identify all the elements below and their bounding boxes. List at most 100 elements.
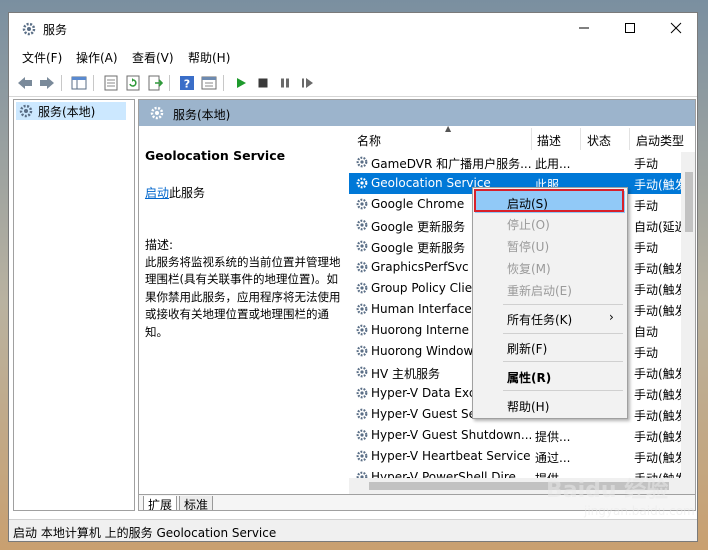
maximize-button[interactable]: [607, 13, 653, 43]
show-tree-button[interactable]: [69, 73, 89, 93]
table-row[interactable]: Hyper-V Heartbeat Service 通过... 手动(触发: [349, 446, 689, 467]
help-icon: ?: [180, 76, 194, 91]
vertical-scrollbar[interactable]: [681, 152, 695, 478]
context-menu: 启动(S) 停止(O) 暂停(U) 恢复(M) 重新启动(E) 所有任务(K) ›…: [472, 187, 628, 419]
export-icon: [148, 75, 163, 91]
pause-icon: [281, 78, 289, 88]
minimize-icon: [579, 27, 589, 29]
toolbar-separator: [223, 75, 224, 91]
start-service-link[interactable]: 启动: [145, 186, 169, 200]
tab-standard[interactable]: 标准: [179, 496, 214, 510]
tree-item-services-local[interactable]: 服务(本地): [16, 102, 126, 120]
help-button[interactable]: ?: [177, 73, 197, 93]
column-divider[interactable]: [580, 128, 581, 150]
table-row[interactable]: Hyper-V Guest Shutdown... 提供... 手动(触发: [349, 425, 689, 446]
menu-separator: [503, 361, 623, 362]
service-gear-icon: [356, 366, 368, 378]
chevron-right-icon: ›: [609, 310, 614, 324]
menu-item-help[interactable]: 帮助(H): [475, 394, 625, 416]
watermark-text: Baidu 经验: [546, 478, 669, 503]
pause-service-button[interactable]: [275, 73, 295, 93]
service-description-cell: 通过...: [535, 451, 571, 465]
menu-file[interactable]: 文件(F): [22, 49, 62, 66]
minimize-button[interactable]: [561, 13, 607, 43]
stop-icon: [258, 78, 268, 88]
menu-item-stop: 停止(O): [507, 218, 550, 232]
list-view-button[interactable]: [101, 73, 121, 93]
menu-item-all-tasks[interactable]: 所有任务(K) ›: [475, 307, 625, 329]
close-icon: [670, 22, 682, 34]
tab-extended[interactable]: 扩展: [143, 496, 178, 510]
pane-header-title: 服务(本地): [173, 108, 231, 122]
gear-icon: [19, 104, 33, 118]
status-text: 启动 本地计算机 上的服务 Geolocation Service: [13, 526, 277, 540]
stop-service-button[interactable]: [253, 73, 273, 93]
menu-separator: [503, 390, 623, 391]
menu-item-properties[interactable]: 属性(R): [475, 365, 625, 387]
start-service-button[interactable]: [231, 73, 251, 93]
column-header-description[interactable]: 描述: [537, 132, 561, 149]
service-gear-icon: [356, 408, 368, 420]
console-tree: 服务(本地): [13, 99, 135, 511]
service-gear-icon: [356, 156, 368, 168]
menu-separator: [503, 333, 623, 334]
column-header-name[interactable]: 名称: [357, 132, 381, 149]
service-gear-icon: [356, 219, 368, 231]
service-gear-icon: [356, 282, 368, 294]
description-text: 此服务将监视系统的当前位置并管理地理围栏(具有关联事件的地理位置)。如果你禁用此…: [145, 255, 341, 339]
svg-text:?: ?: [184, 78, 190, 91]
selected-service-title: Geolocation Service: [145, 148, 286, 163]
column-divider[interactable]: [629, 128, 630, 150]
service-gear-icon: [356, 240, 368, 252]
menu-item-resume: 恢复(M): [507, 262, 551, 276]
service-gear-icon: [356, 387, 368, 399]
title-bar: 服务: [9, 13, 697, 43]
menu-help[interactable]: 帮助(H): [188, 49, 230, 66]
gear-icon: [150, 106, 164, 120]
watermark-url: jingyan.baidu.com: [584, 504, 695, 518]
column-divider[interactable]: [531, 128, 532, 150]
column-header-startup-type[interactable]: 启动类型: [636, 132, 684, 149]
column-headers: ▲ 名称 描述 状态 启动类型: [349, 124, 695, 152]
arrow-left-icon: [18, 77, 32, 89]
service-name-cell: GameDVR 和广播用户服务...: [371, 157, 531, 171]
maximize-icon: [625, 23, 635, 33]
toolbar-separator: [93, 75, 94, 91]
back-button[interactable]: [15, 73, 35, 93]
sort-ascending-icon: ▲: [445, 124, 452, 133]
menu-view[interactable]: 查看(V): [132, 49, 174, 66]
service-gear-icon: [356, 429, 368, 441]
start-service-suffix: 此服务: [169, 186, 206, 200]
menu-item-refresh[interactable]: 刷新(F): [475, 336, 625, 358]
toolbar-separator: [169, 75, 170, 91]
properties-icon: [201, 76, 217, 90]
window-title: 服务: [43, 23, 68, 37]
start-service-line: 启动此服务: [145, 184, 205, 201]
gear-icon: [22, 22, 36, 36]
toolbar: ?: [9, 69, 697, 97]
pane-header: 服务(本地): [139, 100, 695, 126]
table-row[interactable]: GameDVR 和广播用户服务... 此用... 手动: [349, 152, 689, 173]
close-button[interactable]: [653, 13, 697, 43]
forward-button[interactable]: [37, 73, 57, 93]
service-gear-icon: [356, 303, 368, 315]
restart-icon: [302, 78, 313, 88]
column-header-status[interactable]: 状态: [587, 132, 611, 149]
export-list-button[interactable]: [145, 73, 165, 93]
menu-bar: 文件(F) 操作(A) 查看(V) 帮助(H): [9, 45, 697, 67]
toolbar-separator: [61, 75, 62, 91]
restart-service-button[interactable]: [297, 73, 317, 93]
description-label: 描述:: [145, 238, 174, 252]
menu-item-restart: 重新启动(E): [507, 284, 572, 298]
refresh-button[interactable]: [123, 73, 143, 93]
menu-item-pause: 暂停(U): [507, 240, 550, 254]
menu-item-start[interactable]: 启动(S): [475, 191, 625, 213]
service-description-cell: 此用...: [535, 157, 571, 171]
service-gear-icon: [356, 345, 368, 357]
play-icon: [237, 78, 246, 88]
service-name-cell: Hyper-V Heartbeat Service: [371, 449, 531, 463]
vertical-scroll-thumb[interactable]: [685, 172, 693, 232]
menu-action[interactable]: 操作(A): [76, 49, 118, 66]
properties-button[interactable]: [199, 73, 219, 93]
tree-item-label: 服务(本地): [38, 104, 96, 119]
